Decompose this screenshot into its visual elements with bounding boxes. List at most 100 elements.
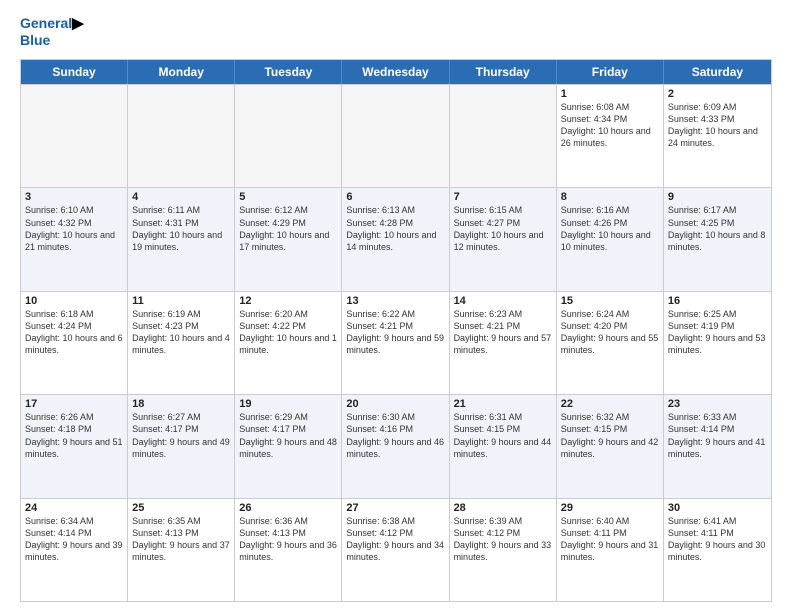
day-number: 26 xyxy=(239,502,337,514)
day-info: Sunrise: 6:26 AM Sunset: 4:18 PM Dayligh… xyxy=(25,411,123,460)
day-info: Sunrise: 6:24 AM Sunset: 4:20 PM Dayligh… xyxy=(561,308,659,357)
day-info: Sunrise: 6:40 AM Sunset: 4:11 PM Dayligh… xyxy=(561,515,659,564)
day-info: Sunrise: 6:16 AM Sunset: 4:26 PM Dayligh… xyxy=(561,204,659,253)
day-number: 27 xyxy=(346,502,444,514)
calendar-cell: 28Sunrise: 6:39 AM Sunset: 4:12 PM Dayli… xyxy=(450,499,557,601)
logo-text: General▶Blue xyxy=(20,16,84,49)
day-info: Sunrise: 6:27 AM Sunset: 4:17 PM Dayligh… xyxy=(132,411,230,460)
calendar-row: 3Sunrise: 6:10 AM Sunset: 4:32 PM Daylig… xyxy=(21,187,771,290)
day-info: Sunrise: 6:18 AM Sunset: 4:24 PM Dayligh… xyxy=(25,308,123,357)
day-info: Sunrise: 6:41 AM Sunset: 4:11 PM Dayligh… xyxy=(668,515,767,564)
calendar-cell: 15Sunrise: 6:24 AM Sunset: 4:20 PM Dayli… xyxy=(557,292,664,394)
calendar-cell: 20Sunrise: 6:30 AM Sunset: 4:16 PM Dayli… xyxy=(342,395,449,497)
calendar-cell: 30Sunrise: 6:41 AM Sunset: 4:11 PM Dayli… xyxy=(664,499,771,601)
weekday-header: Sunday xyxy=(21,60,128,84)
day-number: 20 xyxy=(346,398,444,410)
day-info: Sunrise: 6:35 AM Sunset: 4:13 PM Dayligh… xyxy=(132,515,230,564)
calendar-cell: 17Sunrise: 6:26 AM Sunset: 4:18 PM Dayli… xyxy=(21,395,128,497)
calendar-cell: 18Sunrise: 6:27 AM Sunset: 4:17 PM Dayli… xyxy=(128,395,235,497)
calendar-cell: 2Sunrise: 6:09 AM Sunset: 4:33 PM Daylig… xyxy=(664,85,771,187)
calendar-cell: 14Sunrise: 6:23 AM Sunset: 4:21 PM Dayli… xyxy=(450,292,557,394)
day-info: Sunrise: 6:09 AM Sunset: 4:33 PM Dayligh… xyxy=(668,101,767,150)
calendar-row: 24Sunrise: 6:34 AM Sunset: 4:14 PM Dayli… xyxy=(21,498,771,601)
day-info: Sunrise: 6:36 AM Sunset: 4:13 PM Dayligh… xyxy=(239,515,337,564)
day-number: 4 xyxy=(132,191,230,203)
day-number: 2 xyxy=(668,88,767,100)
day-info: Sunrise: 6:34 AM Sunset: 4:14 PM Dayligh… xyxy=(25,515,123,564)
day-number: 22 xyxy=(561,398,659,410)
day-info: Sunrise: 6:39 AM Sunset: 4:12 PM Dayligh… xyxy=(454,515,552,564)
calendar-cell: 8Sunrise: 6:16 AM Sunset: 4:26 PM Daylig… xyxy=(557,188,664,290)
calendar-cell: 29Sunrise: 6:40 AM Sunset: 4:11 PM Dayli… xyxy=(557,499,664,601)
day-number: 19 xyxy=(239,398,337,410)
day-number: 13 xyxy=(346,295,444,307)
weekday-header: Friday xyxy=(557,60,664,84)
day-info: Sunrise: 6:33 AM Sunset: 4:14 PM Dayligh… xyxy=(668,411,767,460)
day-info: Sunrise: 6:10 AM Sunset: 4:32 PM Dayligh… xyxy=(25,204,123,253)
day-number: 18 xyxy=(132,398,230,410)
calendar-cell: 23Sunrise: 6:33 AM Sunset: 4:14 PM Dayli… xyxy=(664,395,771,497)
day-info: Sunrise: 6:12 AM Sunset: 4:29 PM Dayligh… xyxy=(239,204,337,253)
day-info: Sunrise: 6:19 AM Sunset: 4:23 PM Dayligh… xyxy=(132,308,230,357)
weekday-header: Saturday xyxy=(664,60,771,84)
day-info: Sunrise: 6:25 AM Sunset: 4:19 PM Dayligh… xyxy=(668,308,767,357)
calendar-cell: 1Sunrise: 6:08 AM Sunset: 4:34 PM Daylig… xyxy=(557,85,664,187)
calendar-cell: 19Sunrise: 6:29 AM Sunset: 4:17 PM Dayli… xyxy=(235,395,342,497)
calendar-cell xyxy=(128,85,235,187)
calendar-cell: 26Sunrise: 6:36 AM Sunset: 4:13 PM Dayli… xyxy=(235,499,342,601)
calendar-cell: 5Sunrise: 6:12 AM Sunset: 4:29 PM Daylig… xyxy=(235,188,342,290)
day-info: Sunrise: 6:23 AM Sunset: 4:21 PM Dayligh… xyxy=(454,308,552,357)
calendar-cell: 16Sunrise: 6:25 AM Sunset: 4:19 PM Dayli… xyxy=(664,292,771,394)
weekday-header: Wednesday xyxy=(342,60,449,84)
calendar-cell: 4Sunrise: 6:11 AM Sunset: 4:31 PM Daylig… xyxy=(128,188,235,290)
calendar-header: SundayMondayTuesdayWednesdayThursdayFrid… xyxy=(21,60,771,84)
day-number: 25 xyxy=(132,502,230,514)
day-number: 14 xyxy=(454,295,552,307)
day-info: Sunrise: 6:08 AM Sunset: 4:34 PM Dayligh… xyxy=(561,101,659,150)
day-number: 6 xyxy=(346,191,444,203)
day-info: Sunrise: 6:30 AM Sunset: 4:16 PM Dayligh… xyxy=(346,411,444,460)
day-info: Sunrise: 6:31 AM Sunset: 4:15 PM Dayligh… xyxy=(454,411,552,460)
day-number: 1 xyxy=(561,88,659,100)
calendar-cell: 3Sunrise: 6:10 AM Sunset: 4:32 PM Daylig… xyxy=(21,188,128,290)
calendar-cell: 25Sunrise: 6:35 AM Sunset: 4:13 PM Dayli… xyxy=(128,499,235,601)
header: General Blue General▶Blue xyxy=(20,16,772,49)
day-number: 28 xyxy=(454,502,552,514)
calendar: SundayMondayTuesdayWednesdayThursdayFrid… xyxy=(20,59,772,602)
day-info: Sunrise: 6:17 AM Sunset: 4:25 PM Dayligh… xyxy=(668,204,767,253)
day-number: 11 xyxy=(132,295,230,307)
day-number: 5 xyxy=(239,191,337,203)
calendar-body: 1Sunrise: 6:08 AM Sunset: 4:34 PM Daylig… xyxy=(21,84,771,601)
day-info: Sunrise: 6:32 AM Sunset: 4:15 PM Dayligh… xyxy=(561,411,659,460)
day-info: Sunrise: 6:15 AM Sunset: 4:27 PM Dayligh… xyxy=(454,204,552,253)
day-number: 12 xyxy=(239,295,337,307)
day-number: 15 xyxy=(561,295,659,307)
calendar-row: 1Sunrise: 6:08 AM Sunset: 4:34 PM Daylig… xyxy=(21,84,771,187)
day-info: Sunrise: 6:13 AM Sunset: 4:28 PM Dayligh… xyxy=(346,204,444,253)
day-number: 21 xyxy=(454,398,552,410)
day-number: 16 xyxy=(668,295,767,307)
day-number: 30 xyxy=(668,502,767,514)
day-number: 8 xyxy=(561,191,659,203)
calendar-cell: 24Sunrise: 6:34 AM Sunset: 4:14 PM Dayli… xyxy=(21,499,128,601)
calendar-cell: 11Sunrise: 6:19 AM Sunset: 4:23 PM Dayli… xyxy=(128,292,235,394)
weekday-header: Tuesday xyxy=(235,60,342,84)
day-number: 23 xyxy=(668,398,767,410)
day-number: 10 xyxy=(25,295,123,307)
day-number: 24 xyxy=(25,502,123,514)
calendar-cell xyxy=(21,85,128,187)
calendar-cell: 10Sunrise: 6:18 AM Sunset: 4:24 PM Dayli… xyxy=(21,292,128,394)
weekday-header: Thursday xyxy=(450,60,557,84)
calendar-cell xyxy=(342,85,449,187)
day-info: Sunrise: 6:38 AM Sunset: 4:12 PM Dayligh… xyxy=(346,515,444,564)
weekday-header: Monday xyxy=(128,60,235,84)
day-info: Sunrise: 6:11 AM Sunset: 4:31 PM Dayligh… xyxy=(132,204,230,253)
calendar-cell: 6Sunrise: 6:13 AM Sunset: 4:28 PM Daylig… xyxy=(342,188,449,290)
day-number: 7 xyxy=(454,191,552,203)
calendar-cell: 27Sunrise: 6:38 AM Sunset: 4:12 PM Dayli… xyxy=(342,499,449,601)
calendar-cell: 12Sunrise: 6:20 AM Sunset: 4:22 PM Dayli… xyxy=(235,292,342,394)
day-info: Sunrise: 6:29 AM Sunset: 4:17 PM Dayligh… xyxy=(239,411,337,460)
calendar-cell xyxy=(235,85,342,187)
day-number: 9 xyxy=(668,191,767,203)
calendar-row: 10Sunrise: 6:18 AM Sunset: 4:24 PM Dayli… xyxy=(21,291,771,394)
